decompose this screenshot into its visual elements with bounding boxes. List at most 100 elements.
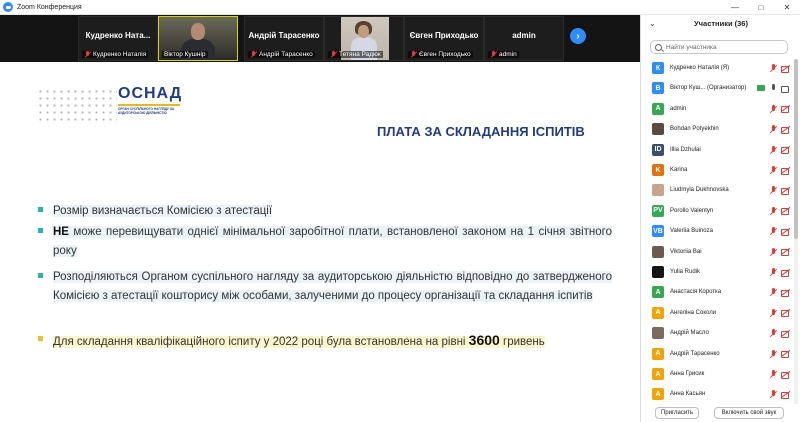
participant-row[interactable]: В Віктор Куш... (Организатор) — [641, 79, 793, 99]
participant-search[interactable] — [650, 40, 788, 54]
muted-mic-icon — [330, 51, 337, 58]
video-off-icon[interactable] — [781, 309, 790, 318]
participant-row[interactable]: VB Valeriia Buinoza — [641, 222, 793, 242]
participant-row[interactable]: Aadmin — [641, 100, 793, 120]
invite-button[interactable]: Пригласить — [655, 407, 699, 419]
search-input[interactable] — [666, 43, 776, 51]
participant-row[interactable]: ID Illia Dzhulai — [641, 141, 793, 161]
close-icon[interactable]: ✕ — [774, 0, 800, 15]
muted-mic-icon[interactable] — [769, 268, 777, 276]
zoom-window: Zoom Конференция — □ ✕ Кудренко Ната... … — [0, 0, 800, 422]
avatar — [652, 123, 664, 136]
avatar — [652, 266, 664, 278]
video-tile[interactable]: Андрій Тарасенко Андрій Тарасенко — [244, 16, 324, 61]
muted-mic-icon[interactable] — [769, 166, 777, 174]
video-tile[interactable]: admin admin — [484, 16, 564, 61]
muted-mic-icon[interactable] — [769, 247, 777, 256]
video-off-icon[interactable] — [781, 391, 790, 399]
participant-status-icons — [769, 64, 790, 73]
participant-row[interactable]: PV Porollo Valentyn — [641, 202, 793, 222]
video-off-icon[interactable] — [781, 350, 790, 359]
participant-row[interactable]: Viktoriia Bai — [641, 243, 793, 263]
participant-row[interactable]: А Ангеліна Соколи — [641, 304, 793, 324]
logo-subtitle: ОРГАН СУСПІЛЬНОГО НАГЛЯДУ ЗА АУДИТОРСЬКО… — [118, 107, 175, 115]
video-off-icon[interactable] — [781, 65, 790, 73]
muted-mic-icon[interactable] — [769, 308, 777, 317]
search-icon — [655, 43, 662, 51]
video-icon[interactable] — [781, 85, 790, 93]
participant-status-icons — [769, 227, 790, 236]
participant-row[interactable]: А Анна Касьян — [641, 385, 793, 404]
video-off-icon[interactable] — [781, 371, 790, 379]
mic-icon[interactable] — [769, 84, 777, 92]
muted-mic-icon[interactable] — [769, 125, 777, 133]
video-off-icon[interactable] — [781, 330, 790, 338]
muted-mic-icon[interactable] — [769, 64, 777, 72]
participant-name: Liudmyla Dukhnovska — [670, 187, 729, 194]
muted-mic-icon[interactable] — [769, 104, 777, 113]
video-off-icon[interactable] — [781, 105, 790, 114]
bullet-text-run: може перевищувати однієї мінімальної зар… — [53, 226, 612, 257]
video-off-icon[interactable] — [781, 207, 790, 216]
panel-header: ⌄ Участники (36) — [641, 15, 800, 33]
title-bar: Zoom Конференция — □ ✕ — [0, 0, 800, 15]
video-off-icon[interactable] — [781, 248, 790, 257]
video-off-icon[interactable] — [781, 269, 790, 277]
participant-row[interactable]: А Анастасія Коротка — [641, 283, 793, 303]
participant-row[interactable]: Андрій Масло — [641, 324, 793, 344]
tile-display-name: Євген Приходько — [409, 31, 479, 40]
video-tile[interactable]: Тетяна Радюк — [324, 16, 404, 61]
maximize-icon[interactable]: □ — [748, 0, 774, 15]
avatar: А — [652, 368, 664, 380]
scrollbar-thumb[interactable] — [794, 59, 798, 239]
muted-mic-icon[interactable] — [769, 186, 777, 194]
video-tile[interactable]: Євген Приходько Євген Приходько — [404, 16, 484, 61]
muted-mic-icon — [84, 51, 91, 58]
scrollbar[interactable] — [794, 59, 798, 404]
participant-name: Bohdan Potyekhin — [670, 126, 719, 133]
participant-row[interactable]: Bohdan Potyekhin — [641, 120, 793, 140]
participant-name: Андрій Тарасенко — [670, 350, 720, 357]
video-tile[interactable]: Кудренко Ната... Кудренко Наталія — [78, 16, 158, 61]
participant-status-icons — [769, 370, 790, 379]
minimize-icon[interactable]: — — [722, 0, 748, 15]
muted-mic-icon[interactable] — [769, 145, 777, 154]
participant-row[interactable]: Yulia Rudik — [641, 263, 793, 283]
participant-status-icons — [769, 349, 790, 359]
video-off-icon[interactable] — [781, 126, 790, 134]
unmute-button[interactable]: Включить свой звук — [714, 407, 784, 419]
video-off-icon[interactable] — [781, 146, 790, 155]
video-off-icon[interactable] — [781, 228, 790, 236]
participant-row[interactable]: Liudmyla Dukhnovska — [641, 181, 793, 201]
logo-name: ОСНАД — [118, 85, 183, 102]
participant-status-icons — [769, 206, 790, 216]
participant-row[interactable]: А Андрій Тарасенко — [641, 345, 793, 365]
video-off-icon[interactable] — [781, 187, 790, 195]
logo-underline — [118, 104, 180, 106]
avatar: PV — [652, 204, 664, 217]
muted-mic-icon[interactable] — [769, 227, 777, 235]
video-off-icon[interactable] — [781, 289, 790, 297]
slide-bullet: Для складання кваліфікаційного іспиту у … — [38, 331, 612, 352]
muted-mic-icon — [410, 51, 417, 58]
muted-mic-icon[interactable] — [769, 206, 777, 215]
shared-slide: ОСНАД ОРГАН СУСПІЛЬНОГО НАГЛЯДУ ЗА АУДИТ… — [0, 77, 640, 422]
zoom-logo-icon — [3, 2, 13, 12]
video-tile-active-speaker[interactable]: Віктор Кушнір — [158, 16, 238, 61]
next-page-arrow-icon[interactable]: › — [570, 28, 586, 44]
participant-row[interactable]: А Анна Грисик — [641, 365, 793, 385]
participant-name: Анастасія Коротка — [670, 289, 722, 296]
avatar: A — [652, 102, 664, 115]
muted-mic-icon[interactable] — [769, 288, 777, 296]
participant-row[interactable]: K Karina — [641, 161, 793, 181]
participant-status-icons — [769, 125, 790, 134]
muted-mic-icon[interactable] — [769, 349, 777, 358]
bullet-text: Розмір визначається Комісією з атестації — [53, 202, 612, 221]
muted-mic-icon[interactable] — [769, 370, 777, 378]
participant-row[interactable]: К Кудренко Наталія (Я) — [641, 59, 793, 79]
window-title: Zoom Конференция — [17, 3, 82, 11]
panel-title: Участники (36) — [694, 19, 748, 28]
muted-mic-icon[interactable] — [769, 329, 777, 337]
muted-mic-icon[interactable] — [769, 390, 777, 398]
video-off-icon[interactable] — [781, 167, 790, 175]
